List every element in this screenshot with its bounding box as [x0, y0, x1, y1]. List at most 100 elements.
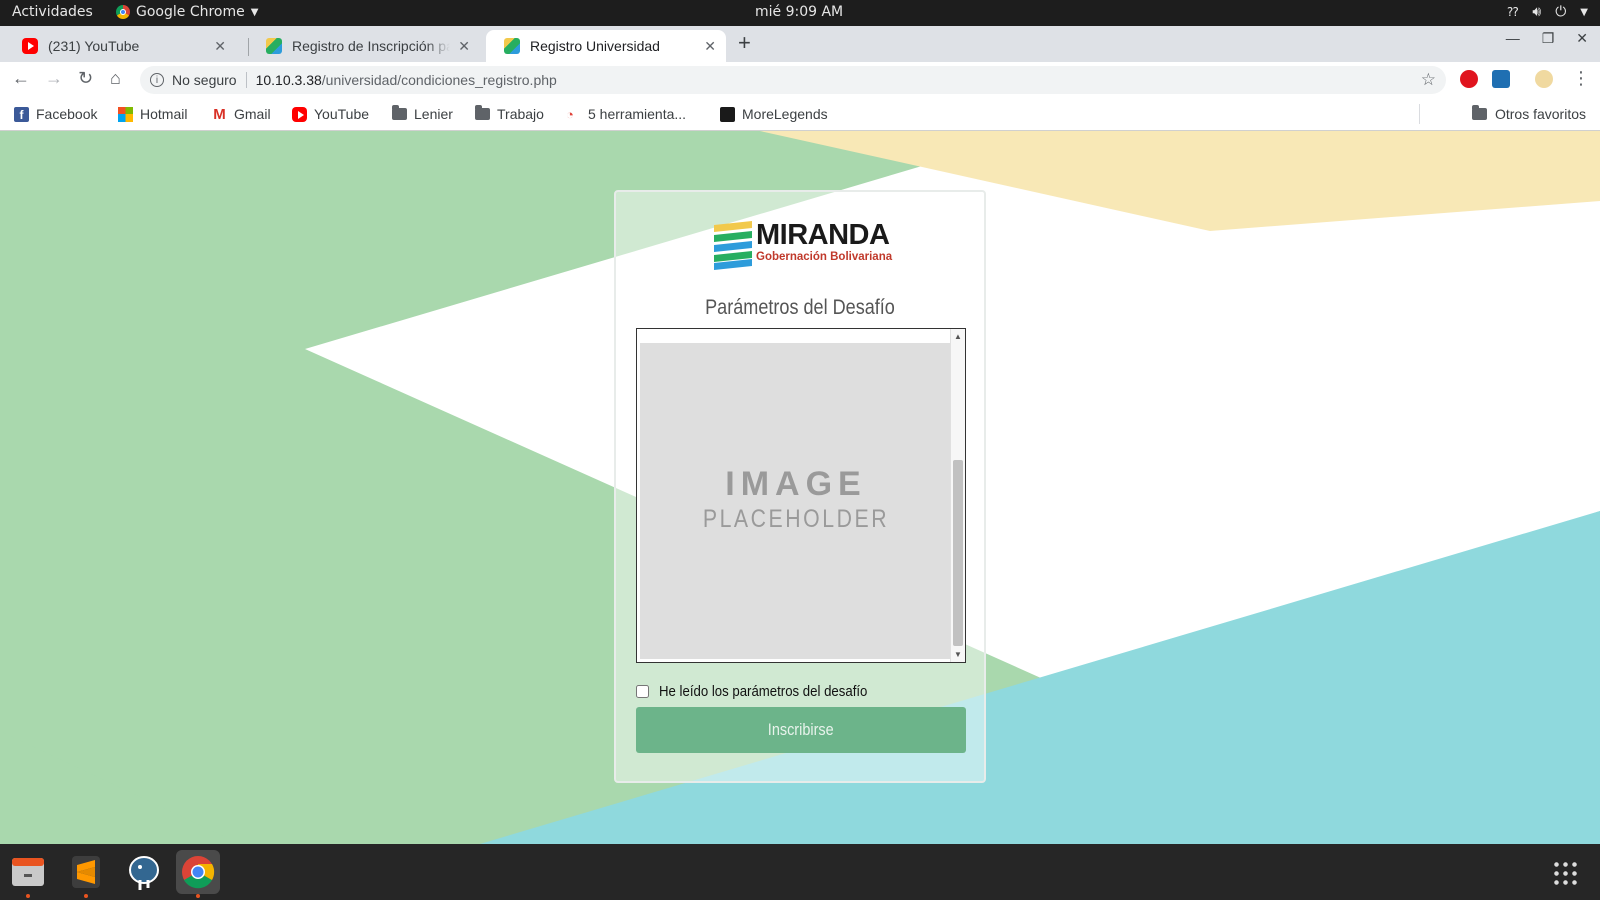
sublime-text-icon: [72, 856, 100, 888]
bookmark-label: Lenier: [414, 106, 453, 122]
dock-pgadmin-app[interactable]: [122, 850, 166, 894]
running-indicator: [196, 894, 200, 898]
logo-wordmark: MIRANDA: [756, 219, 890, 251]
caret-down-icon: ▼: [1580, 6, 1588, 18]
network-icon: ⁇: [1507, 5, 1519, 19]
bookmark-hotmail[interactable]: Hotmail: [118, 106, 187, 122]
miranda-icon: [504, 38, 520, 54]
image-placeholder: IMAGE PLACEHOLDER: [640, 343, 952, 659]
bookmark-facebook[interactable]: f Facebook: [14, 106, 97, 122]
reload-icon[interactable]: ↻: [78, 68, 93, 89]
bookmark-label: 5 herramienta...: [588, 106, 687, 122]
folder-icon: [392, 105, 407, 120]
app-menu[interactable]: Google Chrome ▼: [116, 4, 258, 20]
chrome-icon: [116, 5, 130, 19]
security-label[interactable]: No seguro: [172, 72, 237, 88]
read-parameters-row[interactable]: He leído los parámetros del desafío: [636, 683, 896, 700]
page-title: Parámetros del Desafío: [705, 296, 895, 319]
menu-kebab-icon[interactable]: ⋮: [1572, 68, 1590, 89]
registration-card: MIRANDA Gobernación Bolivariana Parámetr…: [614, 190, 986, 783]
dock-files-app[interactable]: [6, 850, 50, 898]
back-icon[interactable]: ←: [12, 68, 30, 89]
read-parameters-label[interactable]: He leído los parámetros del desafío: [659, 683, 867, 700]
youtube-icon: [292, 106, 307, 122]
bookmark-morelegends[interactable]: MoreLegends: [720, 106, 828, 122]
address-bar[interactable]: i No seguro 10.10.3.38/universidad/condi…: [140, 66, 1446, 94]
files-icon: [12, 858, 44, 886]
bookmark-gmail[interactable]: M Gmail: [212, 105, 271, 123]
tab-title: (231) YouTube: [48, 38, 140, 54]
placeholder-subtext: PLACEHOLDER: [702, 505, 890, 533]
bookmark-label: Facebook: [36, 106, 98, 122]
info-icon[interactable]: i: [150, 73, 164, 87]
chrome-icon: [182, 856, 215, 889]
tab-title: Registro Universidad: [530, 38, 660, 54]
power-icon: ⏻: [1555, 4, 1567, 20]
folder-icon: [475, 105, 490, 120]
system-tray[interactable]: ⁇ 🔊︎ ⏻ ▼: [1507, 4, 1588, 20]
new-tab-button[interactable]: +: [738, 30, 751, 56]
close-icon[interactable]: ✕: [458, 38, 470, 55]
scroll-thumb[interactable]: [953, 460, 963, 646]
url-path: /universidad/condiciones_registro.php: [321, 72, 557, 88]
opera-extension-icon[interactable]: [1460, 70, 1478, 88]
volume-icon: 🔊︎: [1532, 4, 1542, 20]
profile-avatar[interactable]: [1535, 70, 1553, 88]
miranda-icon: [266, 38, 282, 54]
dock-sublime-app[interactable]: [64, 850, 108, 898]
bookmark-folder-trabajo[interactable]: Trabajo: [475, 105, 544, 122]
close-icon[interactable]: ✕: [704, 38, 716, 55]
bookmark-5-herramientas[interactable]: ◔ 5 herramienta...: [566, 106, 686, 122]
bookmark-folder-lenier[interactable]: Lenier: [392, 105, 453, 122]
parameters-scroll-box[interactable]: IMAGE PLACEHOLDER ▲ ▼: [636, 328, 966, 663]
window-controls: — ❐ ✕: [1506, 30, 1600, 47]
forward-icon[interactable]: →: [45, 68, 63, 89]
close-window-icon[interactable]: ✕: [1576, 30, 1588, 47]
bookmark-youtube[interactable]: YouTube: [292, 106, 369, 122]
bookmark-label: Trabajo: [497, 106, 544, 122]
inscribirse-button-label: Inscribirse: [768, 720, 834, 739]
miranda-logo-mark: [714, 221, 752, 270]
app-menu-label: Google Chrome: [136, 4, 245, 20]
facebook-icon: f: [14, 106, 29, 122]
tab-registro-universidad[interactable]: Registro Universidad ✕: [486, 30, 726, 62]
read-parameters-checkbox[interactable]: [636, 685, 649, 698]
activities-button[interactable]: Actividades: [12, 4, 93, 20]
extension-icon[interactable]: [1492, 70, 1510, 88]
restore-icon[interactable]: ❐: [1542, 30, 1555, 47]
folder-icon: [1471, 105, 1487, 120]
divider: [245, 72, 247, 88]
miranda-logo: MIRANDA Gobernación Bolivariana: [712, 219, 892, 271]
browser-toolbar: ← → ↻ ⌂ i No seguro 10.10.3.38/universid…: [0, 62, 1600, 98]
show-applications-icon[interactable]: [1552, 860, 1578, 886]
vertical-scrollbar[interactable]: ▲ ▼: [950, 329, 965, 662]
running-indicator: [26, 894, 30, 898]
scroll-down-icon[interactable]: ▼: [954, 650, 962, 659]
caret-down-icon: ▼: [250, 6, 259, 18]
gmail-icon: M: [213, 105, 226, 123]
minimize-icon[interactable]: —: [1506, 30, 1520, 47]
bookmark-label: MoreLegends: [742, 106, 828, 122]
tab-strip: (231) YouTube ✕ Registro de Inscripción …: [0, 26, 1600, 62]
inscribirse-button[interactable]: Inscribirse: [636, 707, 966, 753]
system-top-bar: Actividades Google Chrome ▼ mié 9:09 AM …: [0, 0, 1600, 26]
microsoft-icon: [118, 106, 133, 122]
dock-chrome-app[interactable]: [176, 850, 220, 898]
taskbar-dock: [0, 844, 1600, 900]
postgresql-icon: [129, 856, 159, 890]
tab-registro-inscripcion[interactable]: Registro de Inscripción pa ✕: [248, 30, 480, 62]
logo-subtitle: Gobernación Bolivariana: [756, 251, 893, 263]
running-indicator: [84, 894, 88, 898]
page-content: MIRANDA Gobernación Bolivariana Parámetr…: [0, 131, 1600, 844]
tab-youtube[interactable]: (231) YouTube ✕: [4, 30, 236, 62]
gauge-icon: ◔: [566, 106, 574, 122]
scroll-up-icon[interactable]: ▲: [954, 332, 962, 341]
url-host: 10.10.3.38: [255, 72, 322, 88]
home-icon[interactable]: ⌂: [110, 68, 121, 89]
clock[interactable]: mié 9:09 AM: [755, 4, 843, 20]
other-bookmarks[interactable]: Otros favoritos: [1471, 105, 1586, 122]
bookmark-label: Gmail: [234, 106, 271, 122]
placeholder-text: IMAGE: [725, 465, 867, 503]
close-icon[interactable]: ✕: [214, 38, 226, 55]
bookmark-star-icon[interactable]: ☆: [1421, 70, 1436, 90]
